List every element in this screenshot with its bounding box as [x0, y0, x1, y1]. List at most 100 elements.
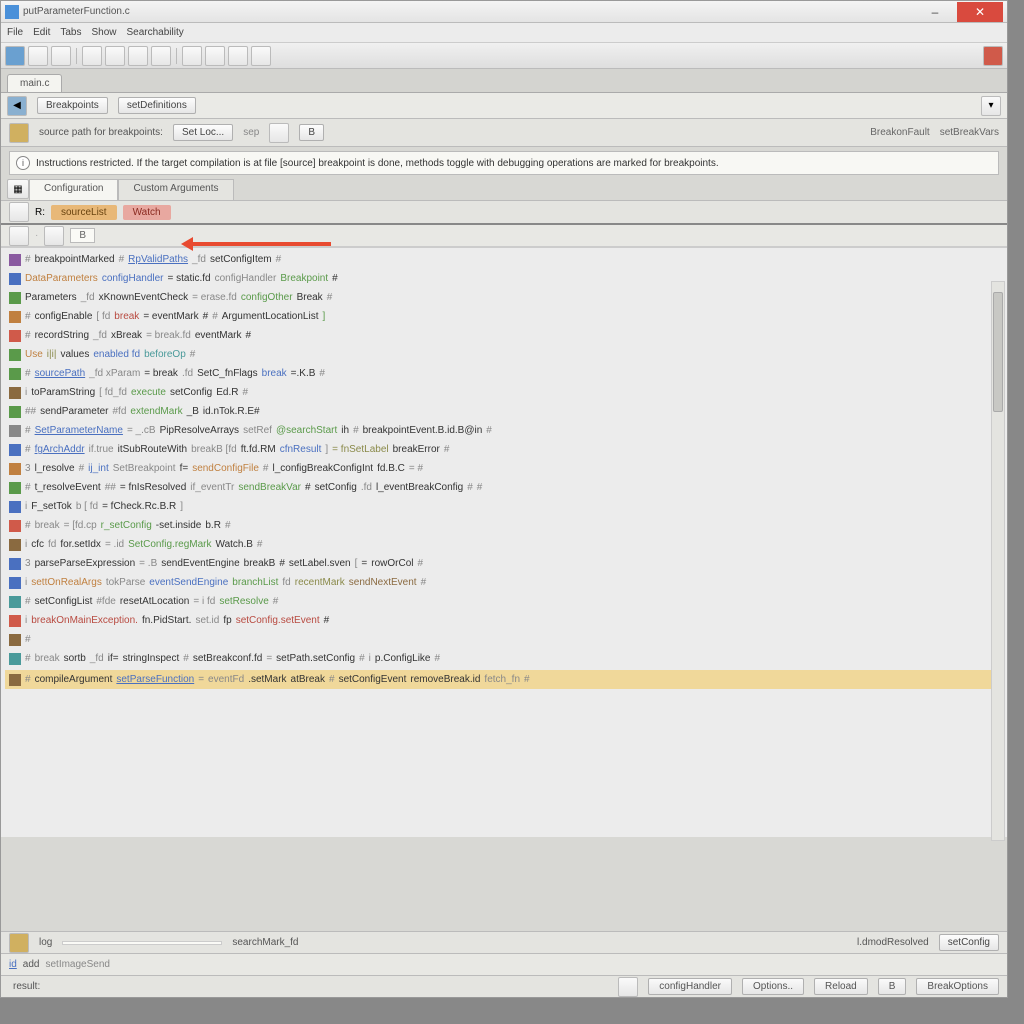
close-button[interactable]: ✕: [957, 2, 1003, 22]
list-icon[interactable]: ▦: [7, 179, 29, 199]
menu-search[interactable]: Searchability: [127, 27, 184, 38]
path-b-button[interactable]: B: [299, 124, 324, 141]
code-token: _B: [187, 404, 199, 419]
code-line[interactable]: ##sendParameter#fdextendMark_Bid.nTok.R.…: [9, 404, 999, 419]
small-icon-a[interactable]: [9, 226, 29, 246]
minimize-button[interactable]: –: [915, 2, 955, 22]
status-right-a: l.dmodResolved: [857, 937, 929, 948]
code-line[interactable]: #recordString_fdxBreak= break.fdeventMar…: [9, 328, 999, 343]
code-line[interactable]: #setConfigList#fderesetAtLocation= i fds…: [9, 594, 999, 609]
code-token: = i fd: [193, 594, 215, 609]
back-icon[interactable]: ◀: [7, 96, 27, 116]
code-line[interactable]: #sourcePath_fd xParam= break.fdSetC_fnFl…: [9, 366, 999, 381]
code-token: #: [279, 556, 285, 571]
code-token: l_resolve: [35, 461, 75, 476]
code-token: #: [25, 309, 31, 324]
code-line[interactable]: #: [9, 632, 999, 647]
code-token: #: [353, 423, 359, 438]
code-token: #: [212, 309, 218, 324]
code-line[interactable]: icfcfdfor.setIdx= .idSetConfig.regMarkWa…: [9, 537, 999, 552]
chip-watch[interactable]: Watch: [123, 205, 171, 220]
menu-tabs[interactable]: Tabs: [60, 27, 81, 38]
code-line[interactable]: Parameters_fdxKnownEventCheck= erase.fdc…: [9, 290, 999, 305]
find-icon[interactable]: [228, 46, 248, 66]
code-token: if.true: [89, 442, 114, 457]
code-line[interactable]: Usei|i|valuesenabled fdbeforeOp#: [9, 347, 999, 362]
navtab-definitions[interactable]: setDefinitions: [118, 97, 196, 114]
code-token: fd: [48, 537, 56, 552]
app-icon: [5, 5, 19, 19]
undo-icon[interactable]: [182, 46, 202, 66]
refresh-icon[interactable]: [251, 46, 271, 66]
code-line[interactable]: #t_resolveEvent##= fnIsResolvedif_eventT…: [9, 480, 999, 495]
cart-icon[interactable]: [983, 46, 1003, 66]
status-field-a[interactable]: [62, 941, 222, 945]
scrollbar-thumb[interactable]: [993, 292, 1003, 412]
code-line[interactable]: #breakpointMarked#RpValidPaths_fdsetConf…: [9, 252, 999, 267]
small-icon-b[interactable]: [44, 226, 64, 246]
code-editor[interactable]: #breakpointMarked#RpValidPaths_fdsetConf…: [1, 247, 1007, 837]
footer-b-button[interactable]: B: [878, 978, 907, 995]
footer-icon[interactable]: [618, 977, 638, 997]
bottom-send[interactable]: setImageSend: [45, 959, 110, 970]
footer-config-button[interactable]: configHandler: [648, 978, 732, 995]
new-icon[interactable]: [5, 46, 25, 66]
code-line[interactable]: iF_setTokb [ fd= fCheck.Rc.B.R]: [9, 499, 999, 514]
code-line[interactable]: ibreakOnMainException.fn.PidStart.set.id…: [9, 613, 999, 628]
code-line[interactable]: #SetParameterName= _.cBPipResolveArrayss…: [9, 423, 999, 438]
footer-reload-button[interactable]: Reload: [814, 978, 868, 995]
cut-icon[interactable]: [105, 46, 125, 66]
bottom-id[interactable]: id: [9, 959, 17, 970]
code-line[interactable]: #break= [fd.cpr_setConfig-set.insideb.R#: [9, 518, 999, 533]
code-line[interactable]: 3parseParseExpression= .BsendEventEngine…: [9, 556, 999, 571]
code-line[interactable]: 3l_resolve#ij_intSetBreakpointf=sendConf…: [9, 461, 999, 476]
code-token: ##: [105, 480, 116, 495]
code-line[interactable]: #configEnable[ fdbreak= eventMark##Argum…: [9, 309, 999, 324]
code-token: = fnIsResolved: [120, 480, 186, 495]
dropdown-icon[interactable]: ▾: [981, 96, 1001, 116]
open-icon[interactable]: [28, 46, 48, 66]
chip-sourcelist[interactable]: sourceList: [51, 205, 117, 220]
tab-configuration[interactable]: Configuration: [29, 179, 118, 200]
code-line[interactable]: DataParametersconfigHandler= static.fdco…: [9, 271, 999, 286]
code-token: breakpointMarked: [35, 252, 115, 267]
copy-icon[interactable]: [128, 46, 148, 66]
status-config-button[interactable]: setConfig: [939, 934, 999, 951]
path-right-b[interactable]: setBreakVars: [940, 127, 999, 138]
code-token: #: [225, 518, 231, 533]
code-token: setLabel.sven: [289, 556, 351, 571]
redo-icon[interactable]: [205, 46, 225, 66]
gear-icon[interactable]: [269, 123, 289, 143]
folder-icon[interactable]: [9, 123, 29, 143]
code-token: SetBreakpoint: [113, 461, 176, 476]
tab-main[interactable]: main.c: [7, 74, 62, 92]
line-marker-icon: [9, 577, 21, 589]
small-field[interactable]: B: [70, 228, 95, 243]
code-token: recentMark: [295, 575, 345, 590]
footer-break-button[interactable]: BreakOptions: [916, 978, 999, 995]
menu-edit[interactable]: Edit: [33, 27, 50, 38]
status-icon[interactable]: [9, 933, 29, 953]
navtab-breakpoints[interactable]: Breakpoints: [37, 97, 108, 114]
scrollbar[interactable]: [991, 281, 1005, 841]
code-line[interactable]: #breaksortb_fdif=stringInspect#setBreakc…: [9, 651, 999, 666]
menu-file[interactable]: File: [7, 27, 23, 38]
code-line[interactable]: itoParamString[ fd_fdexecutesetConfigEd.…: [9, 385, 999, 400]
code-line[interactable]: #compileArgumentsetParseFunction= eventF…: [5, 670, 1003, 689]
filter-icon[interactable]: [9, 202, 29, 222]
bottom-add[interactable]: add: [23, 959, 40, 970]
set-location-button[interactable]: Set Loc...: [173, 124, 233, 141]
save-icon[interactable]: [51, 46, 71, 66]
code-token: f=: [180, 461, 189, 476]
code-token: break: [35, 651, 60, 666]
print-icon[interactable]: [82, 46, 102, 66]
code-token: fd: [282, 575, 290, 590]
code-line[interactable]: #fgArchAddrif.trueitSubRouteWithbreakB […: [9, 442, 999, 457]
path-right-a[interactable]: BreakonFault: [870, 127, 929, 138]
tab-custom-arguments[interactable]: Custom Arguments: [118, 179, 233, 200]
footer-options-button[interactable]: Options..: [742, 978, 804, 995]
paste-icon[interactable]: [151, 46, 171, 66]
menu-show[interactable]: Show: [91, 27, 116, 38]
code-token: #: [203, 309, 209, 324]
code-line[interactable]: isettOnRealArgstokParseeventSendEnginebr…: [9, 575, 999, 590]
